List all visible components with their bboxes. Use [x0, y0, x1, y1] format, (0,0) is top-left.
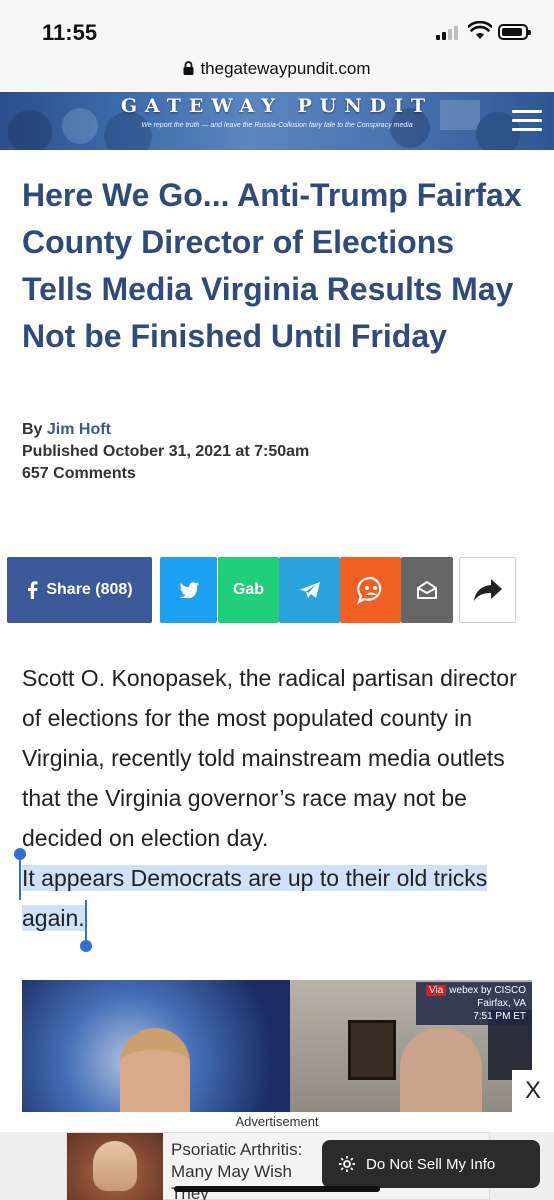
battery-icon	[498, 24, 531, 40]
twitter-share-button[interactable]	[160, 557, 217, 623]
facebook-icon	[28, 581, 38, 599]
ad-close-button[interactable]: X	[512, 1070, 554, 1112]
article-paragraph: Scott O. Konopasek, the radical partisan…	[22, 665, 517, 851]
gab-share-button[interactable]: Gab	[218, 557, 279, 623]
home-indicator[interactable]	[174, 1186, 380, 1192]
mewe-icon	[356, 576, 381, 605]
by-prefix: By	[22, 421, 43, 438]
selection-end-caret	[85, 900, 87, 942]
facebook-share-button[interactable]: Share (808)	[7, 557, 152, 623]
byline: By Jim Hoft Published October 31, 2021 a…	[22, 419, 309, 485]
email-icon	[417, 581, 437, 599]
video-via: Via	[426, 985, 447, 996]
comments-count[interactable]: 657 Comments	[22, 463, 309, 485]
video-location: Fairfax, VA	[477, 998, 526, 1009]
site-logo[interactable]: GATEWAY PUNDIT	[0, 95, 554, 117]
gear-icon	[339, 1156, 355, 1172]
email-share-button[interactable]	[401, 557, 453, 623]
url-text: thegatewaypundit.com	[200, 59, 371, 78]
ad-label: Advertisement	[0, 1112, 554, 1132]
author-link[interactable]: Jim Hoft	[47, 421, 111, 438]
site-tagline: We report the truth — and leave the Russ…	[141, 122, 413, 129]
signal-icon	[436, 24, 462, 40]
article-body: Scott O. Konopasek, the radical partisan…	[22, 658, 532, 938]
status-time: 11:55	[42, 20, 98, 45]
video-time: 7:51 PM ET	[473, 1011, 526, 1022]
close-icon: X	[524, 1077, 541, 1104]
video-presenter	[120, 1028, 190, 1115]
embedded-video[interactable]: Via webex by CISCO Fairfax, VA 7:51 PM ET	[22, 980, 532, 1115]
video-overlay: Via webex by CISCO Fairfax, VA 7:51 PM ET	[416, 982, 532, 1025]
address-bar[interactable]: thegatewaypundit.com	[0, 54, 554, 92]
telegram-icon	[299, 581, 320, 598]
publish-date: Published October 31, 2021 at 7:50am	[22, 443, 310, 460]
mewe-share-button[interactable]	[340, 557, 401, 623]
telegram-share-button[interactable]	[279, 557, 340, 623]
twitter-icon	[179, 582, 199, 598]
status-bar: 11:55	[0, 0, 554, 54]
selected-text[interactable]: It appears Democrats are up to their old…	[22, 865, 488, 931]
do-not-sell-label: Do Not Sell My Info	[366, 1155, 496, 1173]
ad-image	[67, 1133, 163, 1200]
video-source: webex by CISCO	[449, 985, 526, 996]
wifi-icon	[468, 21, 492, 39]
share-arrow-icon	[473, 579, 502, 601]
do-not-sell-button[interactable]: Do Not Sell My Info	[322, 1140, 540, 1188]
facebook-share-count: (808)	[95, 581, 133, 598]
menu-icon[interactable]	[512, 106, 542, 136]
selection-end-handle[interactable]	[80, 940, 92, 952]
selection-start-caret	[19, 858, 21, 900]
lock-icon	[183, 61, 194, 76]
site-banner[interactable]: GATEWAY PUNDIT We report the truth — and…	[0, 92, 554, 150]
more-share-button[interactable]	[459, 557, 516, 623]
facebook-share-label: Share	[46, 581, 91, 598]
article-headline: Here We Go... Anti-Trump Fairfax County …	[22, 177, 522, 354]
